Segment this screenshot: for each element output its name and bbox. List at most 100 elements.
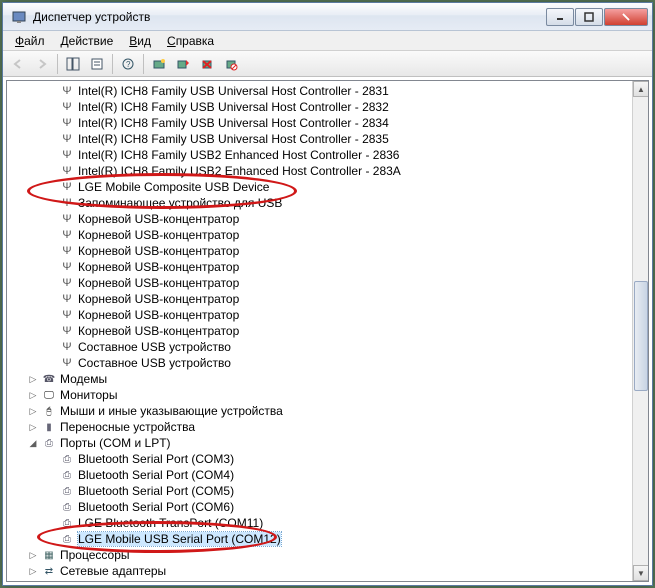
scroll-down-button[interactable]: ▼	[633, 565, 649, 581]
expander-icon[interactable]: ▷	[27, 389, 39, 401]
tree-node[interactable]: Intel(R) ICH8 Family USB Universal Host …	[9, 131, 630, 147]
port-icon	[59, 531, 75, 547]
tree-node[interactable]: Intel(R) ICH8 Family USB2 Enhanced Host …	[9, 163, 630, 179]
tree-node[interactable]: LGE Bluetooth TransPort (COM11)	[9, 515, 630, 531]
node-label: Intel(R) ICH8 Family USB2 Enhanced Host …	[78, 148, 399, 162]
usb-icon	[59, 291, 75, 307]
expander-icon	[45, 325, 57, 337]
menubar: Файл Действие Вид Справка	[3, 31, 652, 51]
tree-node[interactable]: Intel(R) ICH8 Family USB Universal Host …	[9, 83, 630, 99]
tree-node[interactable]: Intel(R) ICH8 Family USB2 Enhanced Host …	[9, 147, 630, 163]
tree-node[interactable]: Корневой USB-концентратор	[9, 307, 630, 323]
node-label: Bluetooth Serial Port (COM4)	[78, 468, 234, 482]
expander-icon[interactable]: ▷	[27, 549, 39, 561]
update-driver-button[interactable]	[172, 53, 194, 75]
node-label: Системные устройства	[60, 580, 189, 581]
tree-node[interactable]: ▷Переносные устройства	[9, 419, 630, 435]
node-label: Порты (COM и LPT)	[60, 436, 171, 450]
tree-node[interactable]: Корневой USB-концентратор	[9, 323, 630, 339]
device-tree[interactable]: Intel(R) ICH8 Family USB Universal Host …	[7, 81, 632, 581]
tree-node[interactable]: ▷Системные устройства	[9, 579, 630, 581]
tree-node[interactable]: Bluetooth Serial Port (COM5)	[9, 483, 630, 499]
node-label: Intel(R) ICH8 Family USB2 Enhanced Host …	[78, 164, 401, 178]
menu-action[interactable]: Действие	[53, 32, 122, 50]
expander-icon[interactable]: ◢	[27, 437, 39, 449]
expander-icon	[45, 229, 57, 241]
modem-icon	[41, 371, 57, 387]
menu-file[interactable]: Файл	[7, 32, 53, 50]
uninstall-button[interactable]	[196, 53, 218, 75]
minimize-button[interactable]	[546, 8, 574, 26]
maximize-button[interactable]	[575, 8, 603, 26]
properties-button[interactable]	[86, 53, 108, 75]
node-label: LGE Bluetooth TransPort (COM11)	[78, 516, 263, 530]
tree-node[interactable]: ▷Мониторы	[9, 387, 630, 403]
tree-node[interactable]: ◢ Порты (COM и LPT)	[9, 435, 630, 451]
tree-node[interactable]: LGE Mobile USB Serial Port (COM12)	[9, 531, 630, 547]
tree-node[interactable]: ▷Процессоры	[9, 547, 630, 563]
node-label: Intel(R) ICH8 Family USB Universal Host …	[78, 100, 389, 114]
tree-node[interactable]: ▷ Модемы	[9, 371, 630, 387]
show-tree-button[interactable]	[62, 53, 84, 75]
usb-icon	[59, 211, 75, 227]
expander-icon[interactable]: ▷	[27, 421, 39, 433]
menu-view-label: ид	[137, 34, 151, 48]
node-label: LGE Mobile Composite USB Device	[78, 180, 269, 194]
node-label: Bluetooth Serial Port (COM5)	[78, 484, 234, 498]
menu-help[interactable]: Справка	[159, 32, 222, 50]
tree-node[interactable]: Корневой USB-концентратор	[9, 291, 630, 307]
tree-node[interactable]: Корневой USB-концентратор	[9, 275, 630, 291]
expander-icon[interactable]: ▷	[27, 373, 39, 385]
tree-node[interactable]: Составное USB устройство	[9, 355, 630, 371]
titlebar[interactable]: Диспетчер устройств	[3, 3, 652, 31]
expander-icon	[45, 85, 57, 97]
tree-node[interactable]: Корневой USB-концентратор	[9, 227, 630, 243]
node-label: Запоминающее устройство для USB	[78, 196, 282, 210]
usb-icon	[59, 83, 75, 99]
tree-node[interactable]: Bluetooth Serial Port (COM3)	[9, 451, 630, 467]
window-title: Диспетчер устройств	[33, 10, 545, 24]
disable-button[interactable]	[220, 53, 242, 75]
separator	[57, 54, 58, 74]
scroll-thumb[interactable]	[634, 281, 648, 391]
tree-node[interactable]: Запоминающее устройство для USB	[9, 195, 630, 211]
tree-node[interactable]: Корневой USB-концентратор	[9, 211, 630, 227]
expander-icon	[45, 533, 57, 545]
expander-icon	[45, 309, 57, 321]
scan-hardware-button[interactable]	[148, 53, 170, 75]
close-button[interactable]	[604, 8, 648, 26]
node-label: Модемы	[60, 372, 107, 386]
tree-node[interactable]: Intel(R) ICH8 Family USB Universal Host …	[9, 99, 630, 115]
vertical-scrollbar[interactable]: ▲ ▼	[632, 81, 648, 581]
tree-node[interactable]: Корневой USB-концентратор	[9, 243, 630, 259]
usb-icon	[59, 131, 75, 147]
expander-icon[interactable]: ▷	[27, 565, 39, 577]
help-button[interactable]: ?	[117, 53, 139, 75]
usb-icon	[59, 115, 75, 131]
menu-file-label: айл	[24, 34, 44, 48]
expander-icon	[45, 469, 57, 481]
expander-icon	[45, 181, 57, 193]
node-label: Составное USB устройство	[78, 340, 231, 354]
usb-icon	[59, 275, 75, 291]
tree-node[interactable]: Составное USB устройство	[9, 339, 630, 355]
tree-node[interactable]: Bluetooth Serial Port (COM6)	[9, 499, 630, 515]
tree-node[interactable]: ▷Мыши и иные указывающие устройства	[9, 403, 630, 419]
menu-action-label: ействие	[69, 34, 114, 48]
expander-icon[interactable]: ▷	[27, 405, 39, 417]
usb-icon	[59, 99, 75, 115]
tree-node[interactable]: Корневой USB-концентратор	[9, 259, 630, 275]
back-button	[7, 53, 29, 75]
node-label: Intel(R) ICH8 Family USB Universal Host …	[78, 132, 389, 146]
menu-view[interactable]: Вид	[121, 32, 159, 50]
usb-icon	[59, 355, 75, 371]
usb-icon	[59, 147, 75, 163]
scroll-up-button[interactable]: ▲	[633, 81, 649, 97]
tree-node[interactable]: Intel(R) ICH8 Family USB Universal Host …	[9, 115, 630, 131]
expander-icon	[45, 213, 57, 225]
usb-icon	[59, 307, 75, 323]
usb-icon	[59, 323, 75, 339]
tree-node[interactable]: LGE Mobile Composite USB Device	[9, 179, 630, 195]
tree-node[interactable]: Bluetooth Serial Port (COM4)	[9, 467, 630, 483]
tree-node[interactable]: ▷Сетевые адаптеры	[9, 563, 630, 579]
